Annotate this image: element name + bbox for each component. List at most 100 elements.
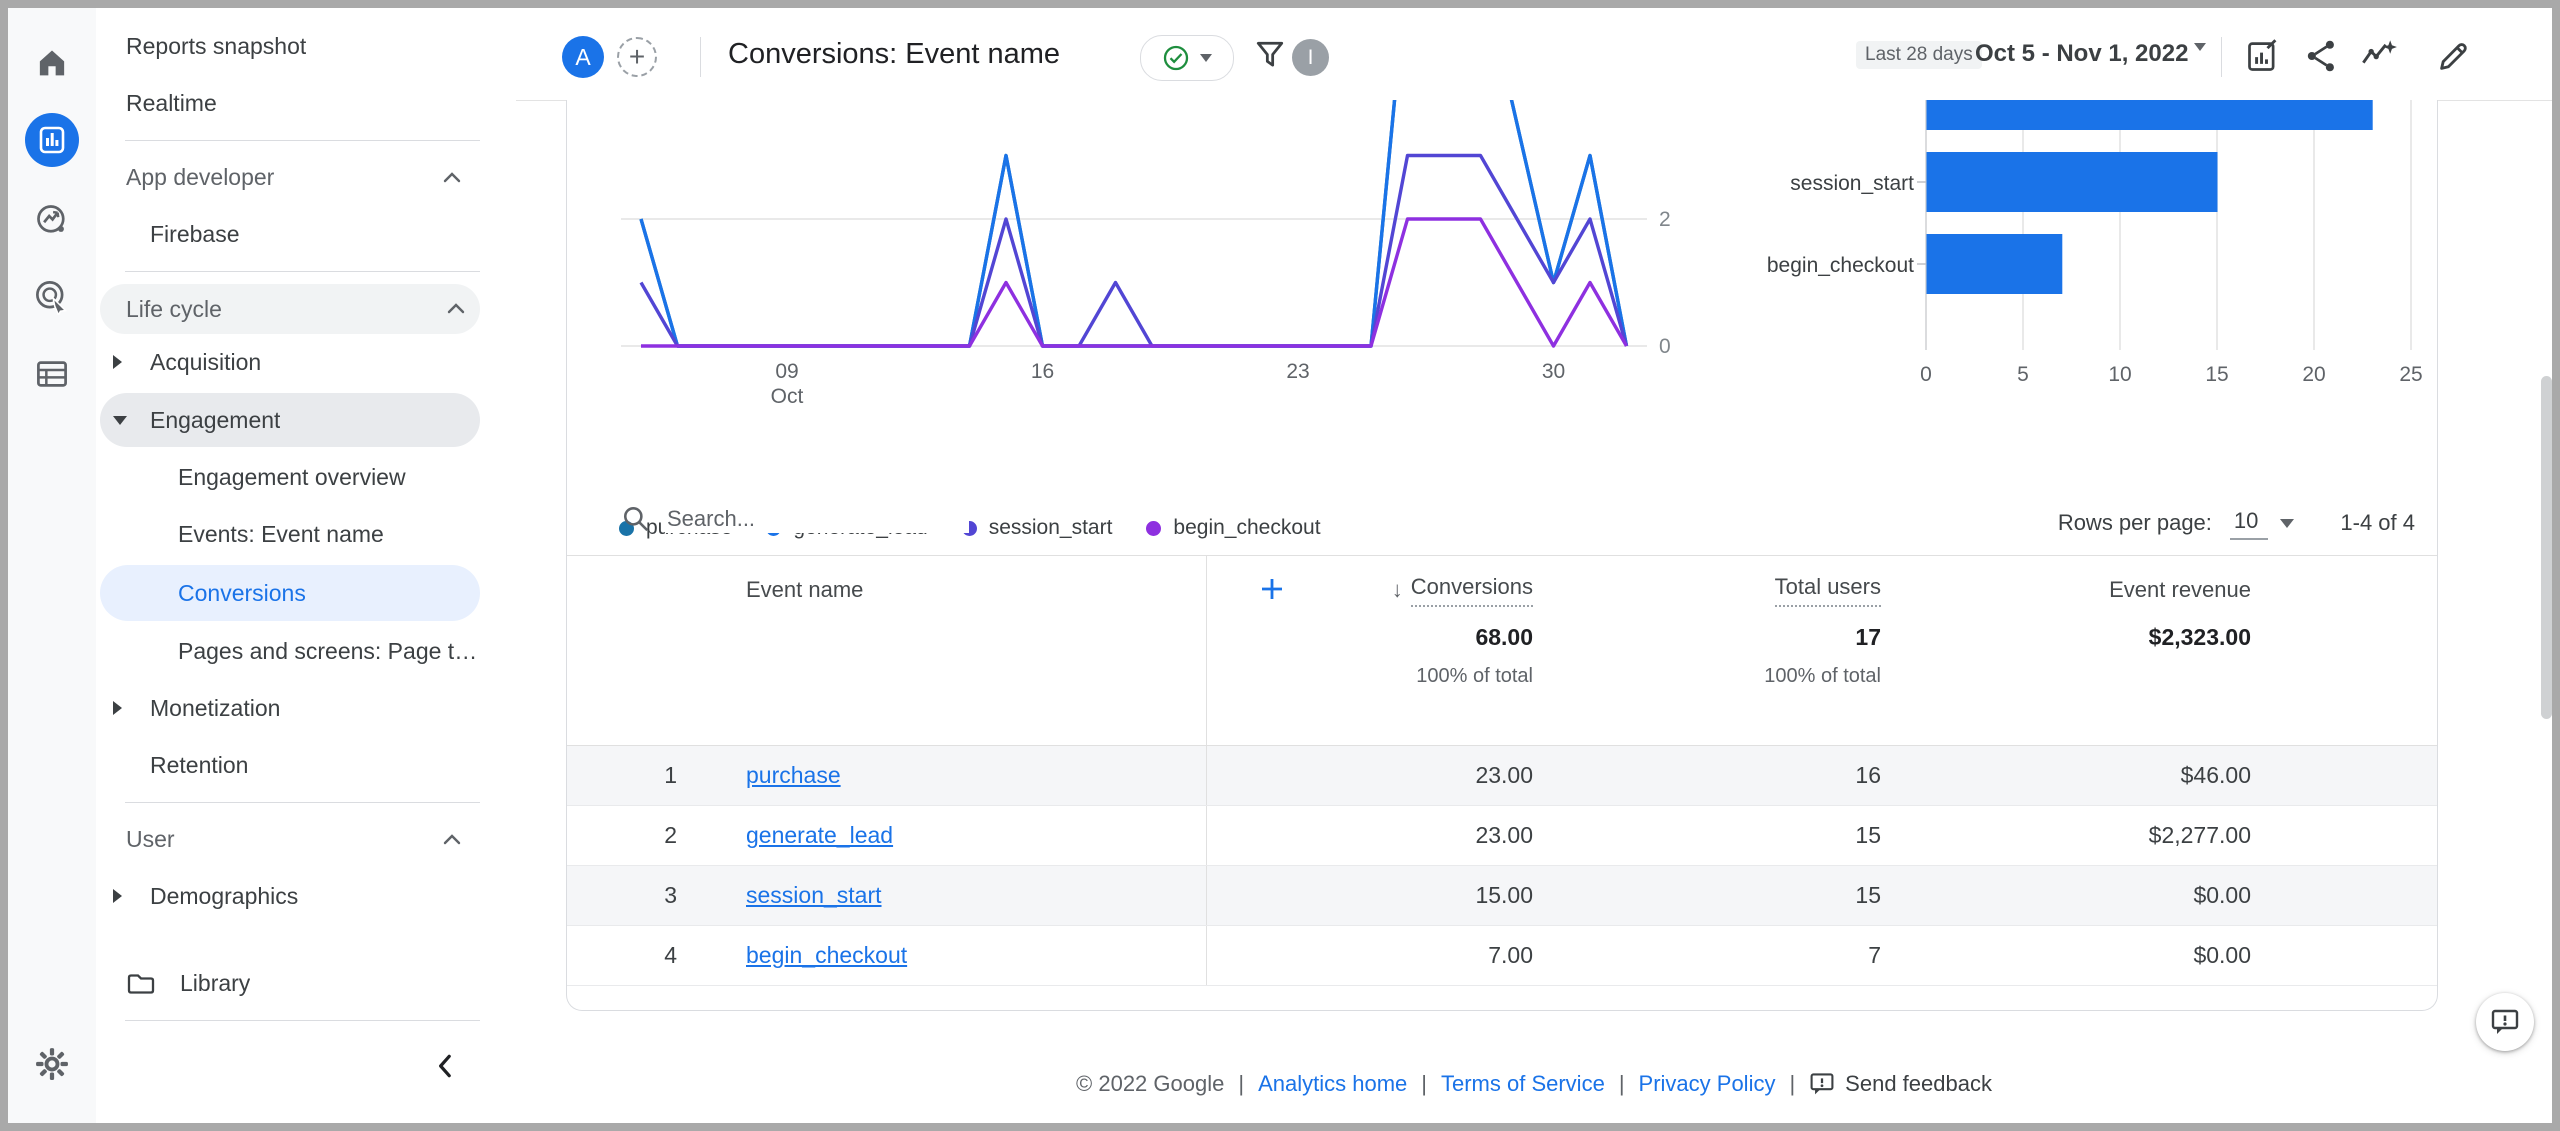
conversions-cell: 23.00 [1206, 806, 1533, 865]
sidebar-section-user[interactable]: User [96, 811, 516, 868]
footer-link-privacy-policy[interactable]: Privacy Policy [1639, 1071, 1776, 1097]
caret-right-icon[interactable] [113, 700, 122, 715]
report-status-dropdown[interactable] [1140, 35, 1234, 81]
caret-down-icon[interactable] [113, 416, 127, 425]
feedback-button[interactable] [2476, 993, 2534, 1051]
footer-separator: | [1421, 1071, 1427, 1096]
sidebar-item-label: Engagement [150, 407, 281, 433]
sidebar-item-reports-snapshot[interactable]: Reports snapshot [96, 18, 516, 75]
sidebar-item-events-event-name[interactable]: Events: Event name [96, 506, 516, 563]
rows-per-page-select[interactable]: 10 [2229, 506, 2269, 540]
vertical-scrollbar[interactable] [2541, 376, 2552, 719]
sidebar-item-conversions[interactable]: Conversions [100, 565, 480, 621]
sidebar-item-engagement-overview[interactable]: Engagement overview [96, 449, 516, 506]
configure-list-icon[interactable] [22, 344, 82, 404]
svg-text:30: 30 [1542, 360, 1565, 383]
edit-comparison-icon[interactable] [2245, 38, 2281, 74]
event-name-cell: begin_checkout [677, 926, 1206, 985]
explore-icon[interactable] [22, 190, 82, 250]
sidebar-item-label: Realtime [126, 90, 217, 116]
header-divider [2221, 37, 2222, 77]
chevron-down-icon[interactable] [2194, 43, 2206, 69]
ga4-screenshot: Reports snapshot Realtime App developer Fir… [0, 0, 2560, 1131]
sidebar-item-monetization[interactable]: Monetization [96, 680, 516, 737]
sidebar-item-acquisition[interactable]: Acquisition [96, 334, 516, 391]
funnel-icon[interactable] [1254, 39, 1286, 71]
header-index-spacer [567, 556, 677, 624]
footer-link-analytics-home[interactable]: Analytics home [1258, 1071, 1407, 1097]
home-icon[interactable] [22, 32, 82, 92]
search-box[interactable] [621, 504, 969, 534]
table-totals-row: 68.00 100% of total 17 100% of total $2,… [567, 624, 2437, 745]
svg-text:0: 0 [1920, 363, 1932, 386]
date-range-selector[interactable]: Oct 5 - Nov 1, 2022 [1975, 8, 2188, 100]
sidebar-item-label: Library [180, 970, 251, 996]
sidebar-item-label: Reports snapshot [126, 33, 307, 59]
page-footer: © 2022 Google | Analytics home | Terms of Se… [516, 1071, 2552, 1097]
sidebar-item-demographics[interactable]: Demographics [96, 868, 516, 925]
table-toolbar: Rows per page: 10 1-4 of 4 [567, 490, 2437, 556]
table-row-begin_checkout: 4 begin_checkout 7.00 7 $0.00 [567, 926, 2437, 986]
caret-right-icon[interactable] [113, 354, 122, 369]
chevron-up-icon[interactable] [439, 165, 465, 191]
insights-icon[interactable] [2360, 38, 2398, 74]
feedback-bubble-icon [2490, 1007, 2520, 1037]
nav-collapse-row [96, 1029, 516, 1109]
sidebar-item-firebase[interactable]: Firebase [96, 206, 516, 263]
advertising-icon[interactable] [22, 267, 82, 327]
chevron-up-icon[interactable] [439, 827, 465, 853]
sidebar-item-label: Demographics [150, 883, 299, 909]
collapse-left-icon[interactable] [431, 1051, 461, 1081]
sidebar-item-realtime[interactable]: Realtime [96, 75, 516, 132]
caret-right-icon[interactable] [113, 888, 122, 903]
sidebar-item-label: Retention [150, 752, 249, 778]
event-name-link[interactable]: begin_checkout [746, 942, 907, 969]
add-column-plus-icon[interactable] [1257, 574, 1287, 604]
table-row-purchase: 1 purchase 23.00 16 $46.00 [567, 746, 2437, 806]
total-users-cell: 15 [1855, 822, 1881, 848]
sort-descending-icon: ↓ [1391, 577, 1403, 602]
spacer-cell [2251, 806, 2437, 865]
chevron-down-icon[interactable] [2280, 518, 2295, 528]
share-icon[interactable] [2304, 38, 2340, 74]
footer-link-terms-of-service[interactable]: Terms of Service [1441, 1071, 1605, 1097]
column-header-conversions[interactable]: ↓ Conversions [1206, 556, 1533, 624]
edit-icon[interactable] [2436, 38, 2472, 74]
sidebar-item-label: Pages and screens: Page ti... [178, 638, 478, 664]
sidebar-section-life-cycle[interactable]: Life cycle [100, 284, 480, 334]
add-comparison-button[interactable]: + [617, 37, 657, 77]
svg-text:session_start: session_start [1790, 172, 1914, 195]
search-input[interactable] [665, 505, 969, 533]
event-revenue-cell: $46.00 [2180, 762, 2251, 788]
sidebar-item-pages-and-screens-page-ti[interactable]: Pages and screens: Page ti... [96, 623, 516, 680]
column-header-event-name[interactable]: Event name [677, 556, 1282, 624]
svg-text:10: 10 [2108, 363, 2131, 386]
nav-divider [125, 271, 480, 272]
column-header-total-users[interactable]: Total users [1533, 556, 1881, 624]
sidebar-item-label: Events: Event name [178, 521, 384, 547]
event-name-link[interactable]: session_start [746, 882, 882, 909]
settings-gear-icon[interactable] [22, 1034, 82, 1094]
row-index: 3 [664, 882, 677, 908]
sidebar-item-label: Conversions [178, 580, 306, 606]
sidebar-item-library[interactable]: Library [96, 955, 516, 1012]
send-feedback-link[interactable]: Send feedback [1809, 1071, 1992, 1097]
app-window: Reports snapshot Realtime App developer Fir… [8, 8, 2552, 1123]
row-index: 2 [664, 822, 677, 848]
column-header-event-revenue[interactable]: Event revenue [1881, 556, 2251, 624]
event-name-link[interactable]: purchase [746, 762, 841, 789]
reports-icon[interactable] [25, 113, 79, 167]
avatar[interactable]: A [562, 36, 604, 78]
chevron-up-icon[interactable] [443, 296, 469, 322]
chevron-down-icon [1200, 54, 1212, 62]
sidebar-item-engagement[interactable]: Engagement [100, 393, 480, 447]
totals-conversions: 68.00 100% of total [1206, 624, 1533, 745]
sidebar-item-retention[interactable]: Retention [96, 737, 516, 794]
property-badge[interactable]: I [1292, 39, 1329, 76]
pagination-range: 1-4 of 4 [2340, 510, 2415, 535]
footer-separator: | [1238, 1071, 1245, 1096]
sidebar-section-app-developer[interactable]: App developer [96, 149, 516, 206]
sidebar-item-label: App developer [126, 164, 275, 190]
event-name-link[interactable]: generate_lead [746, 822, 893, 849]
sidebar-item-label: Monetization [150, 695, 281, 721]
